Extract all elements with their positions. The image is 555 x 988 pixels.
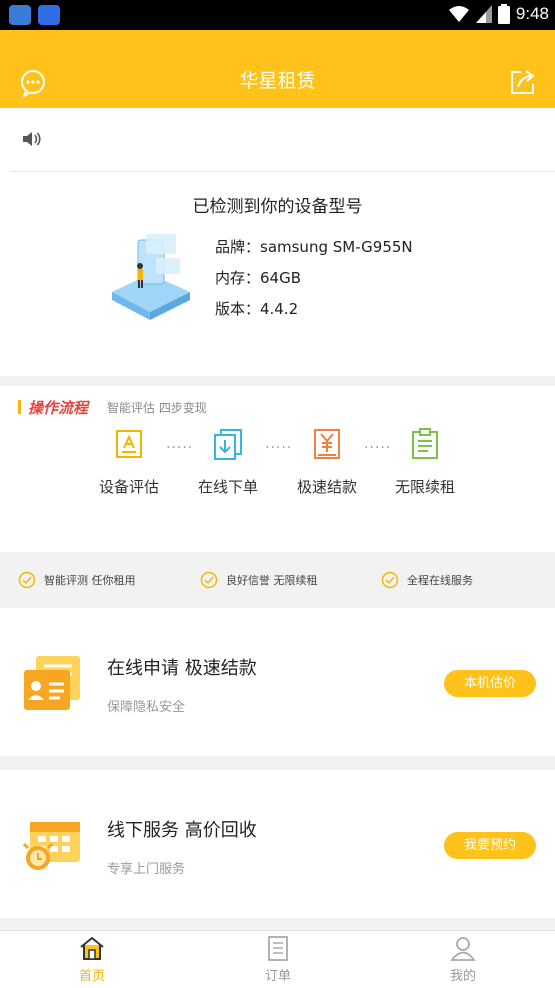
clipboard-icon	[412, 428, 438, 459]
feature-item: 全程在线服务	[381, 571, 473, 589]
profile-icon	[450, 937, 476, 961]
app-notification-icon	[9, 5, 31, 25]
tab-label: 我的	[449, 969, 476, 984]
tab-home[interactable]: 首页	[42, 935, 142, 984]
device-memory: 内存：64GB	[215, 269, 302, 287]
step-fast-payment[interactable]: 极速结款	[282, 428, 372, 497]
status-bar: 9:48	[0, 0, 555, 30]
tab-orders[interactable]: 订单	[228, 935, 328, 984]
service-card-offline[interactable]: 线下服务 高价回收 专享上门服务 我要预约	[0, 770, 555, 918]
battery-icon	[497, 4, 510, 24]
service-card-online[interactable]: 在线申请 极速结款 保障隐私安全 本机估价	[0, 608, 555, 756]
yen-receipt-icon	[314, 429, 340, 459]
check-circle-icon	[381, 571, 399, 589]
step-label: 无限续租	[394, 478, 455, 496]
tab-label: 订单	[264, 969, 291, 984]
home-icon	[80, 936, 104, 960]
service-title: 线下服务 高价回收	[107, 820, 257, 841]
process-subtitle: 智能评估 四步变现	[107, 401, 207, 415]
check-circle-icon	[200, 571, 218, 589]
device-brand: 品牌：samsung SM-G955N	[215, 238, 413, 256]
clock: 9:48	[515, 4, 549, 23]
page-title: 华星租赁	[239, 70, 316, 92]
step-label: 在线下单	[197, 478, 258, 496]
check-circle-icon	[18, 571, 36, 589]
baidu-notification-icon	[38, 5, 60, 25]
wifi-icon	[448, 6, 469, 22]
estimate-price-button[interactable]: 本机估价	[444, 670, 536, 697]
signal-icon	[475, 5, 492, 23]
feature-text: 全程在线服务	[407, 574, 473, 587]
share-icon[interactable]	[509, 68, 537, 96]
divider	[10, 171, 555, 172]
system-tray: 9:48	[448, 4, 549, 24]
process-section: 操作流程 智能评估 四步变现 设备评估 ····· 在线下单 ····· 极速结…	[0, 386, 555, 552]
feature-item: 良好信誉 无限续租	[200, 571, 318, 589]
step-online-order[interactable]: 在线下单	[183, 428, 273, 497]
speaker-icon[interactable]	[22, 130, 44, 148]
tab-label: 首页	[78, 969, 105, 984]
download-order-icon	[214, 429, 242, 460]
id-card-icon	[24, 656, 80, 710]
process-title: 操作流程	[28, 399, 89, 417]
device-version: 版本：4.4.2	[215, 300, 299, 318]
step-unlimited-renewal[interactable]: 无限续租	[380, 428, 470, 497]
step-label: 设备评估	[98, 478, 159, 496]
step-label: 极速结款	[296, 478, 357, 496]
section-marker	[18, 400, 21, 414]
feature-item: 智能评测 任你租用	[18, 571, 136, 589]
calendar-alarm-icon	[22, 822, 80, 870]
service-subtitle: 专享上门服务	[107, 862, 186, 877]
device-detected-heading: 已检测到你的设备型号	[192, 197, 363, 217]
app-header: 华星租赁	[0, 30, 555, 108]
step-device-evaluation[interactable]: 设备评估	[84, 428, 174, 497]
feature-text: 良好信誉 无限续租	[226, 574, 318, 587]
device-info-card: 已检测到你的设备型号 品牌：samsung SM-G955N 内存：64GB 版…	[0, 108, 555, 376]
device-illustration	[112, 234, 190, 320]
feature-strip: 智能评测 任你租用 良好信誉 无限续租 全程在线服务	[0, 554, 555, 606]
book-appointment-button[interactable]: 我要预约	[444, 832, 536, 859]
service-subtitle: 保障隐私安全	[107, 700, 186, 715]
evaluation-icon	[116, 430, 142, 458]
service-title: 在线申请 极速结款	[107, 658, 257, 679]
tab-profile[interactable]: 我的	[413, 935, 513, 984]
feature-text: 智能评测 任你租用	[44, 574, 136, 587]
order-icon	[268, 936, 288, 961]
bottom-tab-bar: 首页 订单 我的	[0, 930, 555, 988]
